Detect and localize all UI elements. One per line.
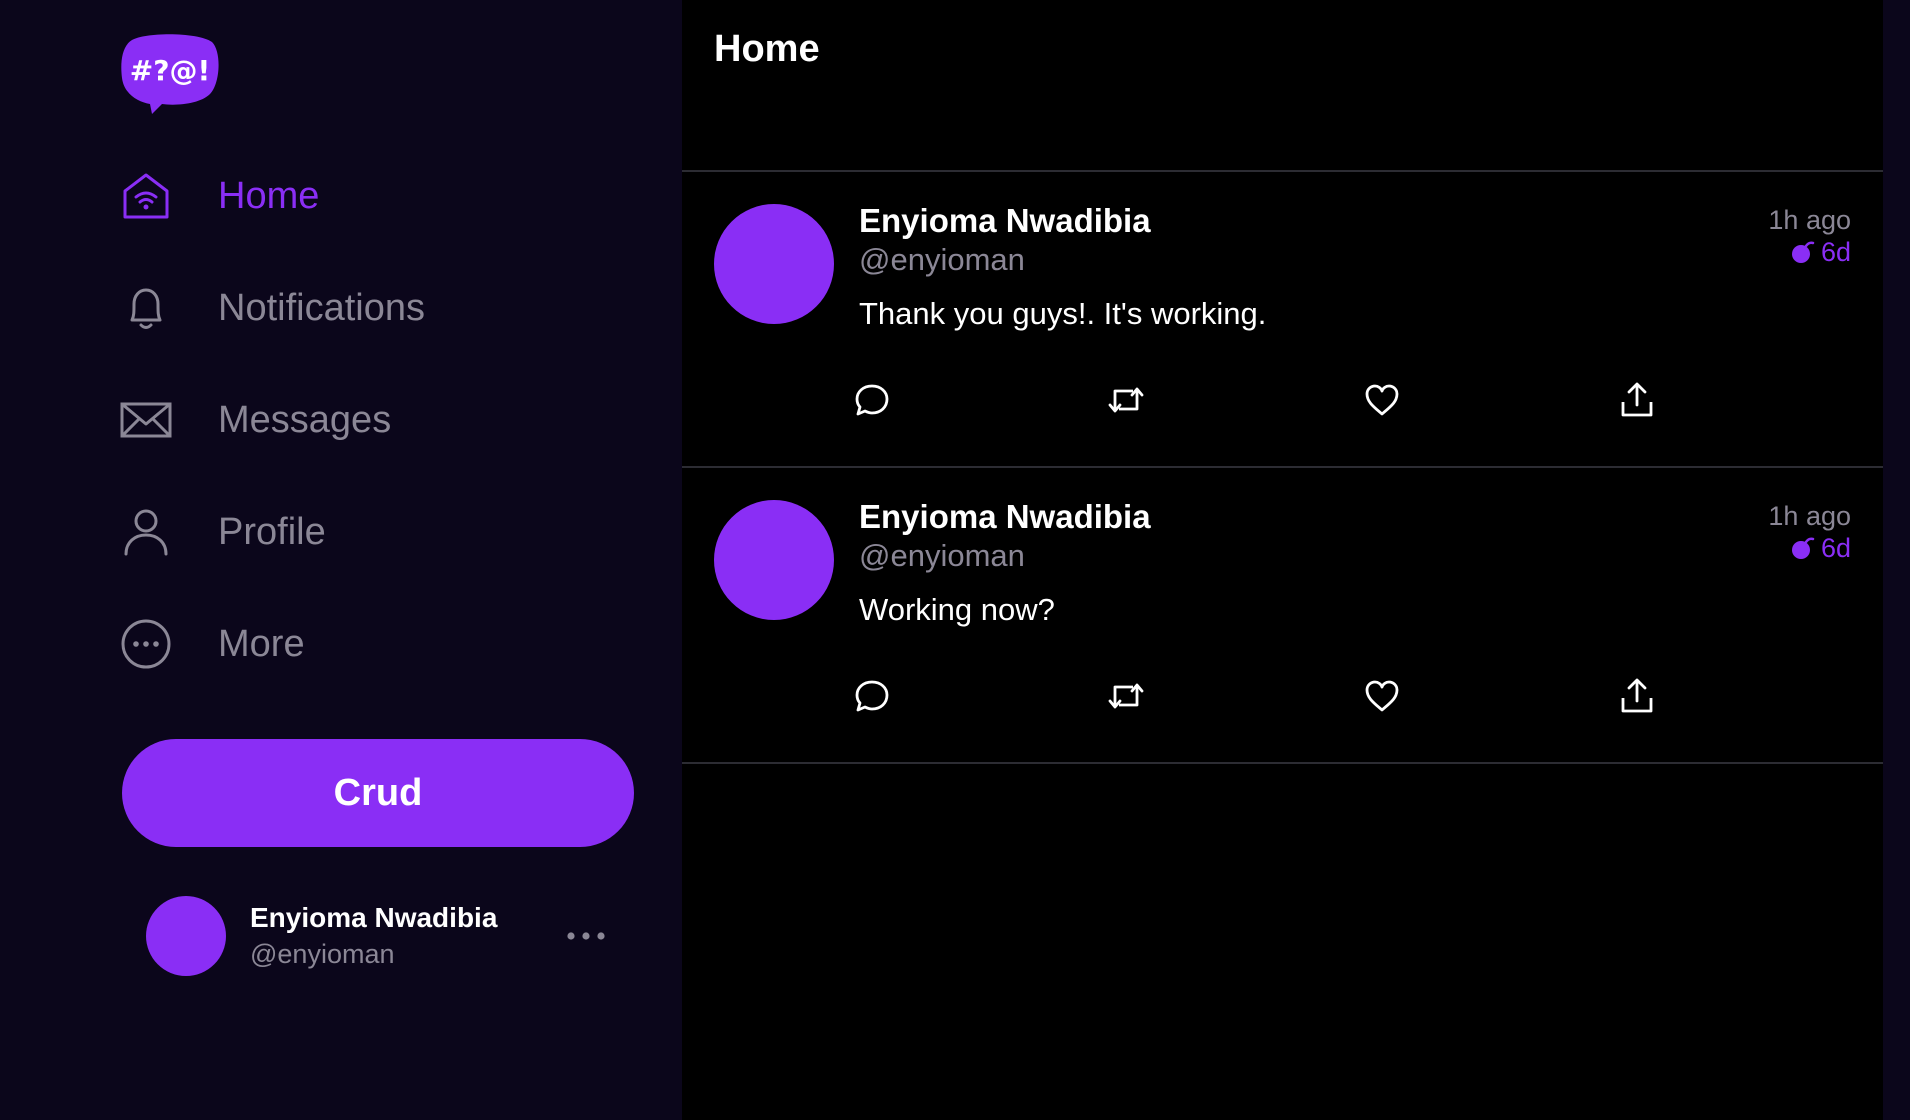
account-names: Enyioma Nwadibia @enyioman	[250, 900, 497, 972]
home-icon	[120, 170, 172, 222]
avatar	[146, 896, 226, 976]
nav-item-messages[interactable]: Messages	[120, 380, 425, 460]
person-icon	[120, 506, 172, 558]
post-time: 1h ago	[1768, 205, 1851, 235]
page-title: Home	[714, 28, 820, 70]
like-icon[interactable]	[1356, 670, 1408, 722]
main-nav: Home Notifications Messages Profile More	[120, 156, 425, 716]
crud-button[interactable]: Crud	[122, 739, 634, 847]
feed-header: Home	[682, 0, 1883, 172]
avatar[interactable]	[714, 500, 834, 620]
right-gutter	[1883, 0, 1910, 1120]
post-actions	[846, 670, 1653, 722]
post-author[interactable]: Enyioma Nwadibia	[859, 498, 1151, 536]
sidebar: #?@! Home Notifications Messages Profile…	[0, 0, 682, 1120]
nav-label-home: Home	[218, 174, 320, 217]
account-handle: @enyioman	[250, 939, 395, 969]
post-handle[interactable]: @enyioman	[859, 242, 1025, 278]
account-switcher[interactable]: Enyioma Nwadibia @enyioman	[146, 896, 606, 976]
logo-text: #?@!	[130, 54, 210, 87]
share-icon[interactable]	[1611, 670, 1663, 722]
post-author[interactable]: Enyioma Nwadibia	[859, 202, 1151, 240]
more-circle-icon	[120, 618, 172, 670]
reply-icon[interactable]	[846, 670, 898, 722]
speech-bubble-logo: #?@!	[121, 34, 219, 114]
repost-icon[interactable]	[1100, 670, 1152, 722]
post-meta: 1h ago 6d	[1768, 500, 1851, 564]
feed: Home Enyioma Nwadibia @enyioman Thank yo…	[682, 0, 1883, 1120]
account-name: Enyioma Nwadibia	[250, 902, 498, 933]
nav-item-home[interactable]: Home	[120, 156, 425, 236]
share-icon[interactable]	[1611, 374, 1663, 426]
post[interactable]: Enyioma Nwadibia @enyioman Working now? …	[682, 468, 1883, 764]
post[interactable]: Enyioma Nwadibia @enyioman Thank you guy…	[682, 172, 1883, 468]
nav-label-more: More	[218, 622, 305, 665]
repost-icon[interactable]	[1100, 374, 1152, 426]
post-expiry: 6d	[1768, 236, 1851, 268]
post-time: 1h ago	[1768, 501, 1851, 531]
post-expiry-value: 6d	[1820, 237, 1851, 267]
post-expiry-value: 6d	[1820, 533, 1851, 563]
post-content: Thank you guys!. It's working.	[859, 296, 1267, 331]
app: #?@! Home Notifications Messages Profile…	[0, 0, 1910, 1120]
app-logo[interactable]: #?@!	[120, 34, 220, 116]
nav-label-notifications: Notifications	[218, 286, 425, 329]
bell-icon	[120, 282, 172, 334]
post-expiry: 6d	[1768, 532, 1851, 564]
nav-item-more[interactable]: More	[120, 604, 425, 684]
avatar[interactable]	[714, 204, 834, 324]
nav-item-notifications[interactable]: Notifications	[120, 268, 425, 348]
reply-icon[interactable]	[846, 374, 898, 426]
ellipsis-icon[interactable]	[566, 918, 606, 954]
nav-item-profile[interactable]: Profile	[120, 492, 425, 572]
nav-label-profile: Profile	[218, 510, 326, 553]
post-actions	[846, 374, 1653, 426]
bomb-icon	[1791, 241, 1815, 263]
post-handle[interactable]: @enyioman	[859, 538, 1025, 574]
nav-label-messages: Messages	[218, 398, 392, 441]
post-content: Working now?	[859, 592, 1055, 627]
post-meta: 1h ago 6d	[1768, 204, 1851, 268]
mail-icon	[120, 394, 172, 446]
bomb-icon	[1791, 537, 1815, 559]
like-icon[interactable]	[1356, 374, 1408, 426]
